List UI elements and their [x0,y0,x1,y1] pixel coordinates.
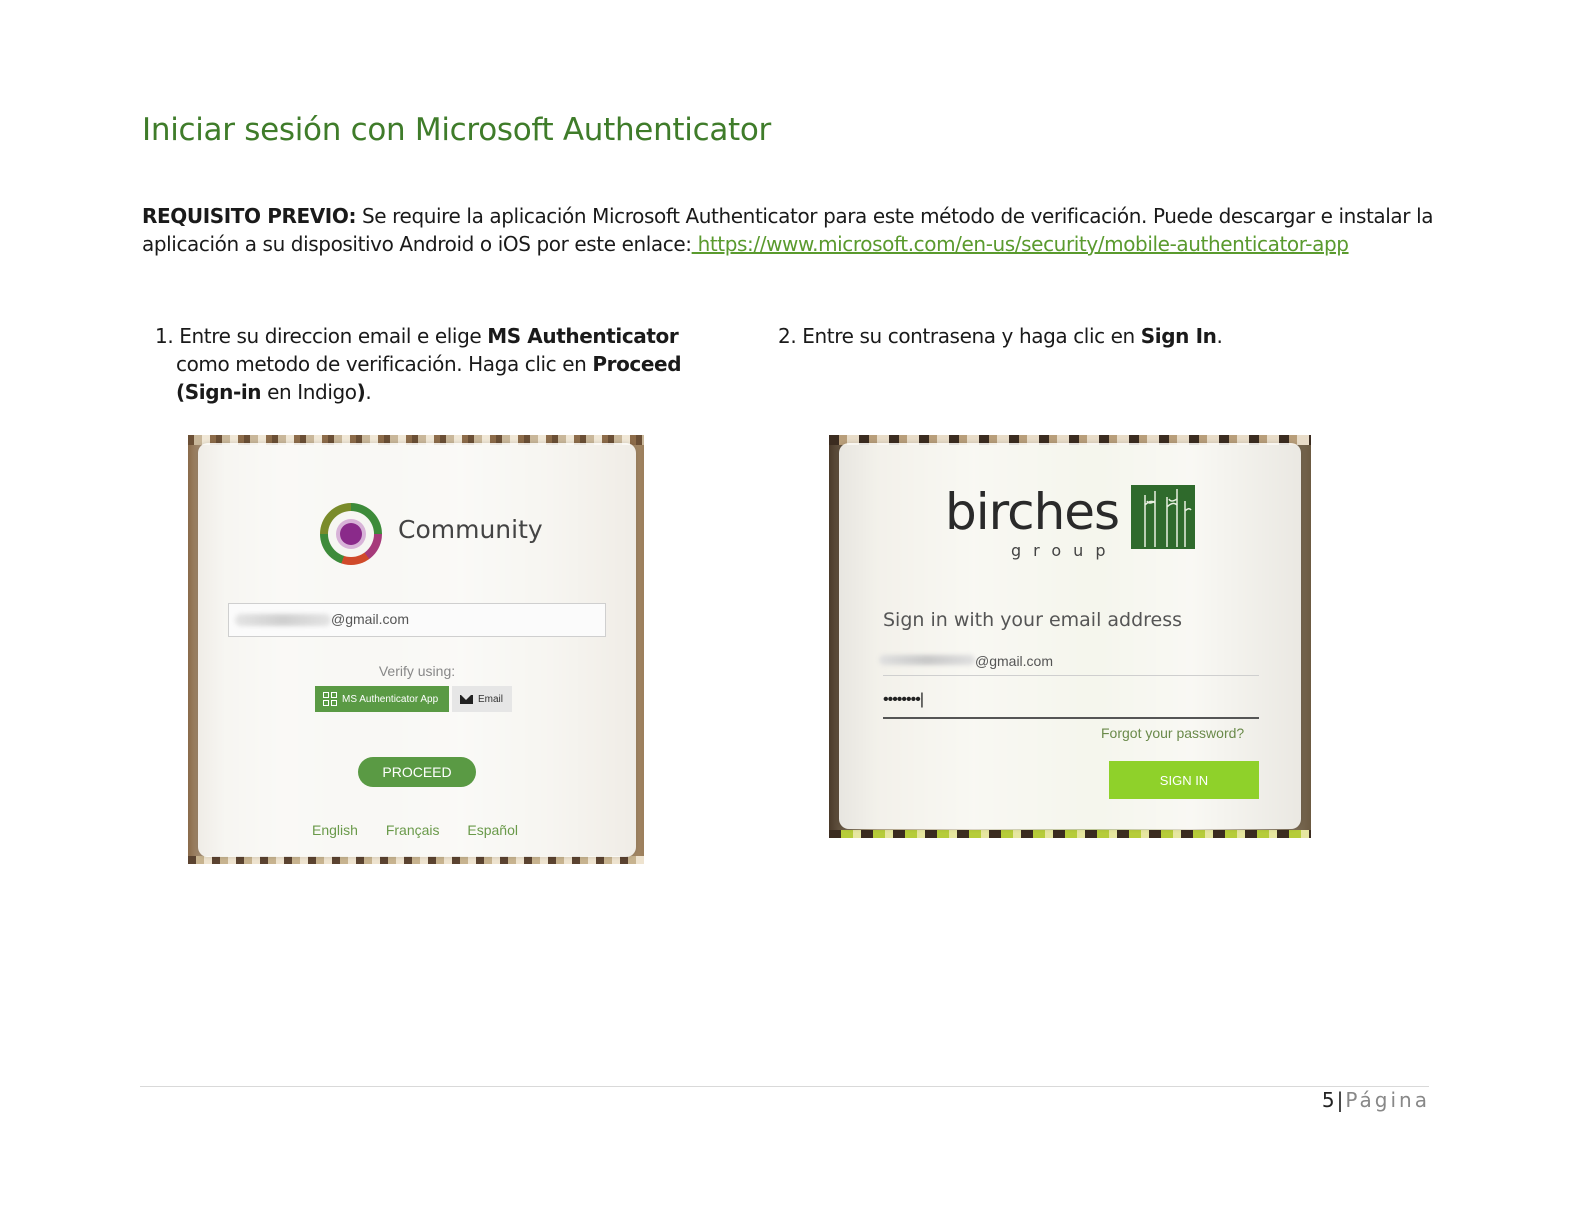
email-input[interactable]: @gmail.com [228,603,606,637]
proceed-button[interactable]: PROCEED [358,757,476,787]
forest-background-bottom [829,830,1311,838]
email-suffix: @gmail.com [975,653,1054,669]
community-brand: Community [398,515,543,544]
birch-trees-logo-icon [1131,485,1195,549]
blurred-email-username [879,655,975,665]
language-english[interactable]: English [312,822,358,838]
password-field[interactable]: ••••••••| [883,687,1259,719]
language-francais[interactable]: Français [386,822,440,838]
step-1-instructions: 1. Entre su direccion email e elige MS A… [155,324,682,404]
language-links: English Français Español [312,822,542,838]
password-mask: ••••••••| [883,691,924,708]
forest-background-bottom [188,856,644,864]
signin-heading: Sign in with your email address [883,609,1183,631]
birches-logo-text: birches [945,483,1120,541]
language-espanol[interactable]: Español [467,822,518,838]
page-title: Iniciar sesión con Microsoft Authenticat… [142,112,772,148]
community-login-screenshot: Community @gmail.com Verify using: MS Au… [188,435,644,864]
login-card: Community @gmail.com Verify using: MS Au… [198,443,636,857]
qr-code-icon [323,692,337,706]
email-field[interactable]: @gmail.com [879,645,1259,676]
email-suffix: @gmail.com [331,611,410,627]
prerequisite-paragraph: REQUISITO PREVIO: Se require la aplicaci… [142,202,1462,258]
verify-using-label: Verify using: [378,663,456,679]
forgot-password-link[interactable]: Forgot your password? [1101,725,1244,741]
sign-in-button[interactable]: SIGN IN [1109,761,1259,799]
authenticator-download-link[interactable]: https://www.microsoft.com/en-us/security… [692,232,1349,256]
birches-logo-subtext: group [1011,541,1118,560]
community-logo-icon [320,503,382,565]
page-number: 5 | Página [1321,1088,1430,1112]
envelope-icon [460,694,473,704]
step-2-instructions: 2. Entre su contrasena y haga clic en Si… [778,324,1223,348]
footer-divider [140,1086,1429,1087]
email-verify-button[interactable]: Email [452,686,512,712]
prerequisite-label: REQUISITO PREVIO: [142,204,357,228]
signin-card: birches group Sign in with your email ad… [839,443,1301,829]
ms-authenticator-button[interactable]: MS Authenticator App [315,686,449,712]
birches-signin-screenshot: birches group Sign in with your email ad… [829,435,1311,838]
blurred-email-username [235,614,331,626]
